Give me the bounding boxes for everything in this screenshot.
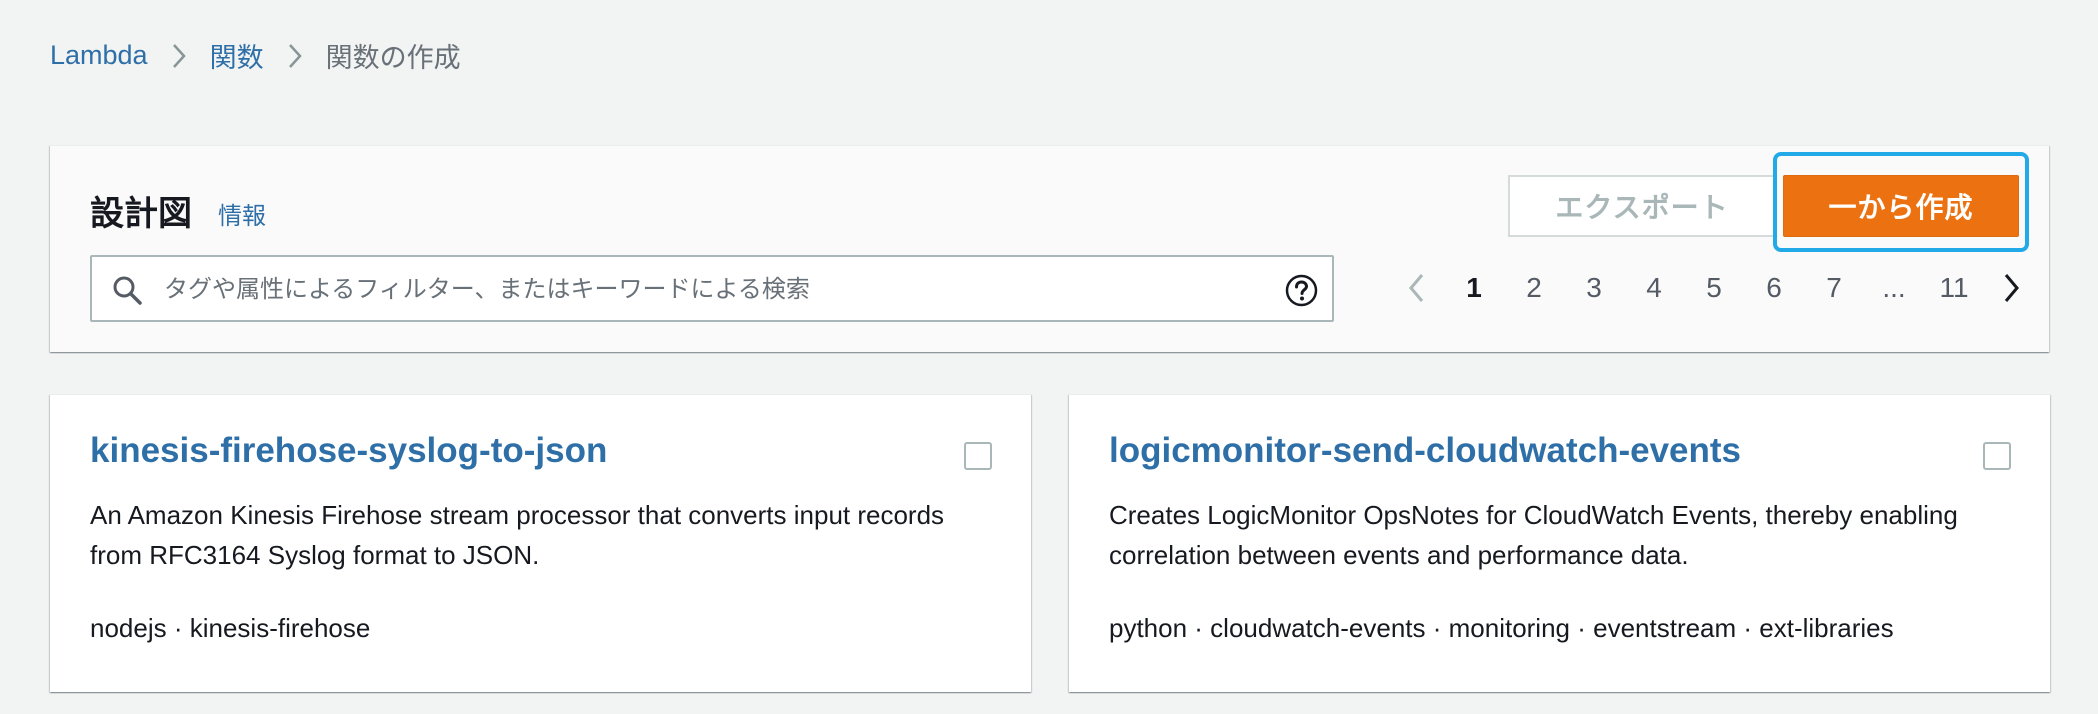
page-5[interactable]: 5: [1684, 272, 1744, 304]
card-description: An Amazon Kinesis Firehose stream proces…: [90, 500, 945, 570]
card-description: Creates LogicMonitor OpsNotes for CloudW…: [1109, 500, 1958, 570]
page-1[interactable]: 1: [1444, 272, 1504, 304]
chevron-right-icon: [148, 43, 210, 69]
chevron-right-icon: [264, 43, 326, 69]
breadcrumb-lambda[interactable]: Lambda: [50, 40, 148, 71]
page-ellipsis: ...: [1882, 272, 1906, 303]
page-3[interactable]: 3: [1564, 272, 1624, 304]
card-tags: nodejs · kinesis-firehose: [90, 613, 371, 643]
card-title[interactable]: kinesis-firehose-syslog-to-json: [90, 431, 607, 471]
export-button[interactable]: エクスポート: [1508, 175, 1776, 237]
page-4[interactable]: 4: [1624, 272, 1684, 304]
card-checkbox[interactable]: [964, 442, 992, 470]
card-checkbox[interactable]: [1983, 442, 2011, 470]
page-6[interactable]: 6: [1744, 272, 1804, 304]
pagination: 1 2 3 4 5 6 7 ... 11: [1388, 254, 2040, 322]
chevron-left-icon[interactable]: [1388, 254, 1444, 322]
breadcrumb: Lambda 関数 関数の作成: [50, 36, 461, 75]
blueprint-card[interactable]: kinesis-firehose-syslog-to-json An Amazo…: [50, 394, 1031, 692]
page-11[interactable]: 11: [1924, 272, 1984, 304]
page-2[interactable]: 2: [1504, 272, 1564, 304]
card-tags: python · cloudwatch-events · monitoring …: [1109, 613, 1894, 643]
author-from-scratch-button[interactable]: 一から作成: [1783, 175, 2019, 237]
blueprints-panel: 設計図 情報 エクスポート 一から作成 1 2 3 4 5 6 7 ... 11: [50, 145, 2049, 352]
search-icon: [112, 275, 142, 305]
help-icon[interactable]: [1285, 274, 1318, 307]
page-7[interactable]: 7: [1804, 272, 1864, 304]
search-input[interactable]: [164, 263, 1264, 315]
breadcrumb-current: 関数の作成: [325, 43, 461, 73]
search-box[interactable]: [90, 255, 1334, 322]
chevron-right-icon[interactable]: [1984, 254, 2040, 322]
breadcrumb-functions[interactable]: 関数: [210, 36, 264, 75]
info-link[interactable]: 情報: [218, 196, 266, 231]
panel-title: 設計図: [90, 195, 192, 233]
blueprint-card[interactable]: logicmonitor-send-cloudwatch-events Crea…: [1069, 394, 2050, 692]
card-title[interactable]: logicmonitor-send-cloudwatch-events: [1109, 431, 1741, 471]
